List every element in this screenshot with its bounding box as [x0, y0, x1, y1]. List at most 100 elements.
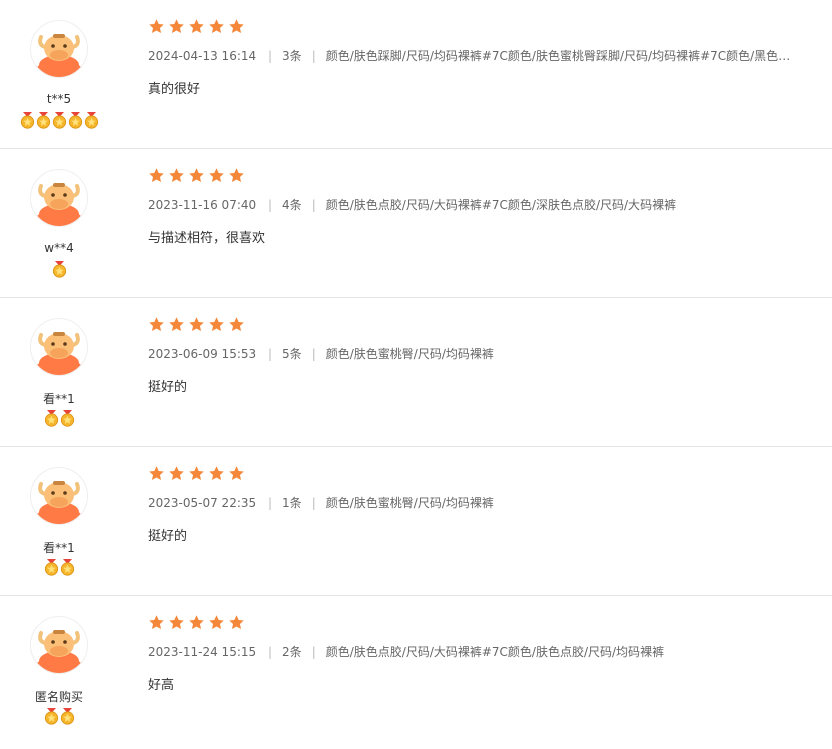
review-item: 看**1 2023-06-09 15:53 | 5条 | 颜色/肤色蜜桃臀/尺码/均码裸… — [0, 298, 832, 447]
medal-icon — [60, 559, 75, 576]
separator: | — [268, 198, 273, 212]
bull-avatar-icon[interactable] — [30, 616, 88, 674]
star-icon — [168, 18, 185, 35]
medal-icon — [60, 410, 75, 427]
bull-avatar-icon[interactable] — [30, 467, 88, 525]
separator: | — [311, 49, 316, 63]
review-text: 挺好的 — [148, 380, 188, 395]
rating-stars — [148, 18, 818, 38]
medal-icon — [36, 112, 51, 129]
review-date: 2023-11-24 15:15 — [148, 645, 257, 659]
star-icon — [228, 614, 245, 631]
star-icon — [208, 316, 225, 333]
review-list: t**5 2024-04-13 16:14 | 3条 | 颜色/肤色踩脚/尺码/均码裸裤… — [0, 0, 832, 749]
star-icon — [168, 316, 185, 333]
review-meta: 2023-06-09 15:53 | 5条 | 颜色/肤色蜜桃臀/尺码/均码裸裤 — [148, 345, 798, 362]
medal-icon — [44, 410, 59, 427]
review-count-link[interactable]: 3条 — [282, 47, 302, 64]
separator: | — [268, 347, 273, 361]
separator: | — [268, 49, 273, 63]
star-icon — [188, 465, 205, 482]
sku-info: 颜色/肤色蜜桃臀/尺码/均码裸裤 — [325, 496, 494, 510]
star-icon — [148, 614, 165, 631]
review-count-link[interactable]: 2条 — [282, 643, 302, 660]
medal-icon — [44, 559, 59, 576]
review-date: 2023-11-16 07:40 — [148, 198, 257, 212]
sku-info: 颜色/肤色点胶/尺码/大码裸裤#7C颜色/深肤色点胶/尺码/大码裸裤 — [325, 198, 677, 212]
username[interactable]: 匿名购买 — [0, 688, 118, 705]
review-count-link[interactable]: 4条 — [282, 196, 302, 213]
medal-icon — [68, 112, 83, 129]
review-count-link[interactable]: 1条 — [282, 494, 302, 511]
review-body: 2023-11-24 15:15 | 2条 | 颜色/肤色点胶/尺码/大码裸裤#7C颜色… — [148, 614, 818, 693]
user-level-medals — [0, 410, 118, 427]
medal-icon — [20, 112, 35, 129]
username[interactable]: t**5 — [0, 92, 118, 106]
sku-info: 颜色/肤色踩脚/尺码/均码裸裤#7C颜色/肤色蜜桃臀踩脚/尺码/均码裸裤#7C颜… — [325, 49, 798, 63]
review-meta: 2023-05-07 22:35 | 1条 | 颜色/肤色蜜桃臀/尺码/均码裸裤 — [148, 494, 798, 511]
rating-stars — [148, 614, 818, 634]
rating-stars — [148, 465, 818, 485]
separator: | — [311, 347, 316, 361]
review-meta: 2024-04-13 16:14 | 3条 | 颜色/肤色踩脚/尺码/均码裸裤#7C颜色… — [148, 47, 798, 64]
sku-info: 颜色/肤色点胶/尺码/大码裸裤#7C颜色/肤色点胶/尺码/均码裸裤 — [325, 645, 665, 659]
separator: | — [268, 645, 273, 659]
star-icon — [228, 465, 245, 482]
star-icon — [208, 167, 225, 184]
review-body: 2023-06-09 15:53 | 5条 | 颜色/肤色蜜桃臀/尺码/均码裸裤 挺好的 — [148, 316, 818, 395]
review-count-link[interactable]: 5条 — [282, 345, 302, 362]
separator: | — [311, 198, 316, 212]
review-item: 匿名购买 2023-11-24 15:15 | 2条 | 颜色/肤色点胶/尺码/大码裸裤… — [0, 596, 832, 749]
medal-icon — [52, 261, 67, 278]
review-item: w**4 2023-11-16 07:40 | 4条 | 颜色/肤色点胶/尺码/大码裸裤… — [0, 149, 832, 298]
star-icon — [228, 167, 245, 184]
medal-icon — [84, 112, 99, 129]
star-icon — [168, 167, 185, 184]
review-text: 好高 — [148, 678, 175, 693]
review-text: 真的很好 — [148, 82, 201, 97]
star-icon — [228, 18, 245, 35]
user-level-medals — [0, 261, 118, 278]
star-icon — [208, 18, 225, 35]
username[interactable]: 看**1 — [0, 539, 118, 556]
star-icon — [188, 18, 205, 35]
bull-avatar-icon[interactable] — [30, 318, 88, 376]
star-icon — [148, 167, 165, 184]
separator: | — [268, 496, 273, 510]
user-level-medals — [0, 559, 118, 576]
review-item: 看**1 2023-05-07 22:35 | 1条 | 颜色/肤色蜜桃臀/尺码/均码裸… — [0, 447, 832, 596]
star-icon — [228, 316, 245, 333]
review-body: 2023-05-07 22:35 | 1条 | 颜色/肤色蜜桃臀/尺码/均码裸裤 挺好的 — [148, 465, 818, 544]
star-icon — [188, 614, 205, 631]
separator: | — [311, 496, 316, 510]
review-date: 2024-04-13 16:14 — [148, 49, 257, 63]
star-icon — [168, 465, 185, 482]
star-icon — [148, 18, 165, 35]
star-icon — [188, 316, 205, 333]
star-icon — [168, 614, 185, 631]
review-date: 2023-06-09 15:53 — [148, 347, 257, 361]
review-text: 挺好的 — [148, 529, 188, 544]
username[interactable]: 看**1 — [0, 390, 118, 407]
separator: | — [311, 645, 316, 659]
star-icon — [208, 614, 225, 631]
user-level-medals — [0, 112, 118, 129]
review-item: t**5 2024-04-13 16:14 | 3条 | 颜色/肤色踩脚/尺码/均码裸裤… — [0, 0, 832, 149]
review-body: 2023-11-16 07:40 | 4条 | 颜色/肤色点胶/尺码/大码裸裤#7C颜色… — [148, 167, 818, 246]
star-icon — [148, 316, 165, 333]
sku-info: 颜色/肤色蜜桃臀/尺码/均码裸裤 — [325, 347, 494, 361]
medal-icon — [44, 708, 59, 725]
review-meta: 2023-11-16 07:40 | 4条 | 颜色/肤色点胶/尺码/大码裸裤#7C颜色… — [148, 196, 798, 213]
rating-stars — [148, 167, 818, 187]
medal-icon — [52, 112, 67, 129]
review-body: 2024-04-13 16:14 | 3条 | 颜色/肤色踩脚/尺码/均码裸裤#7C颜色… — [148, 18, 818, 97]
user-level-medals — [0, 708, 118, 725]
review-date: 2023-05-07 22:35 — [148, 496, 257, 510]
bull-avatar-icon[interactable] — [30, 169, 88, 227]
star-icon — [188, 167, 205, 184]
username[interactable]: w**4 — [0, 241, 118, 255]
medal-icon — [60, 708, 75, 725]
bull-avatar-icon[interactable] — [30, 20, 88, 78]
star-icon — [208, 465, 225, 482]
star-icon — [148, 465, 165, 482]
